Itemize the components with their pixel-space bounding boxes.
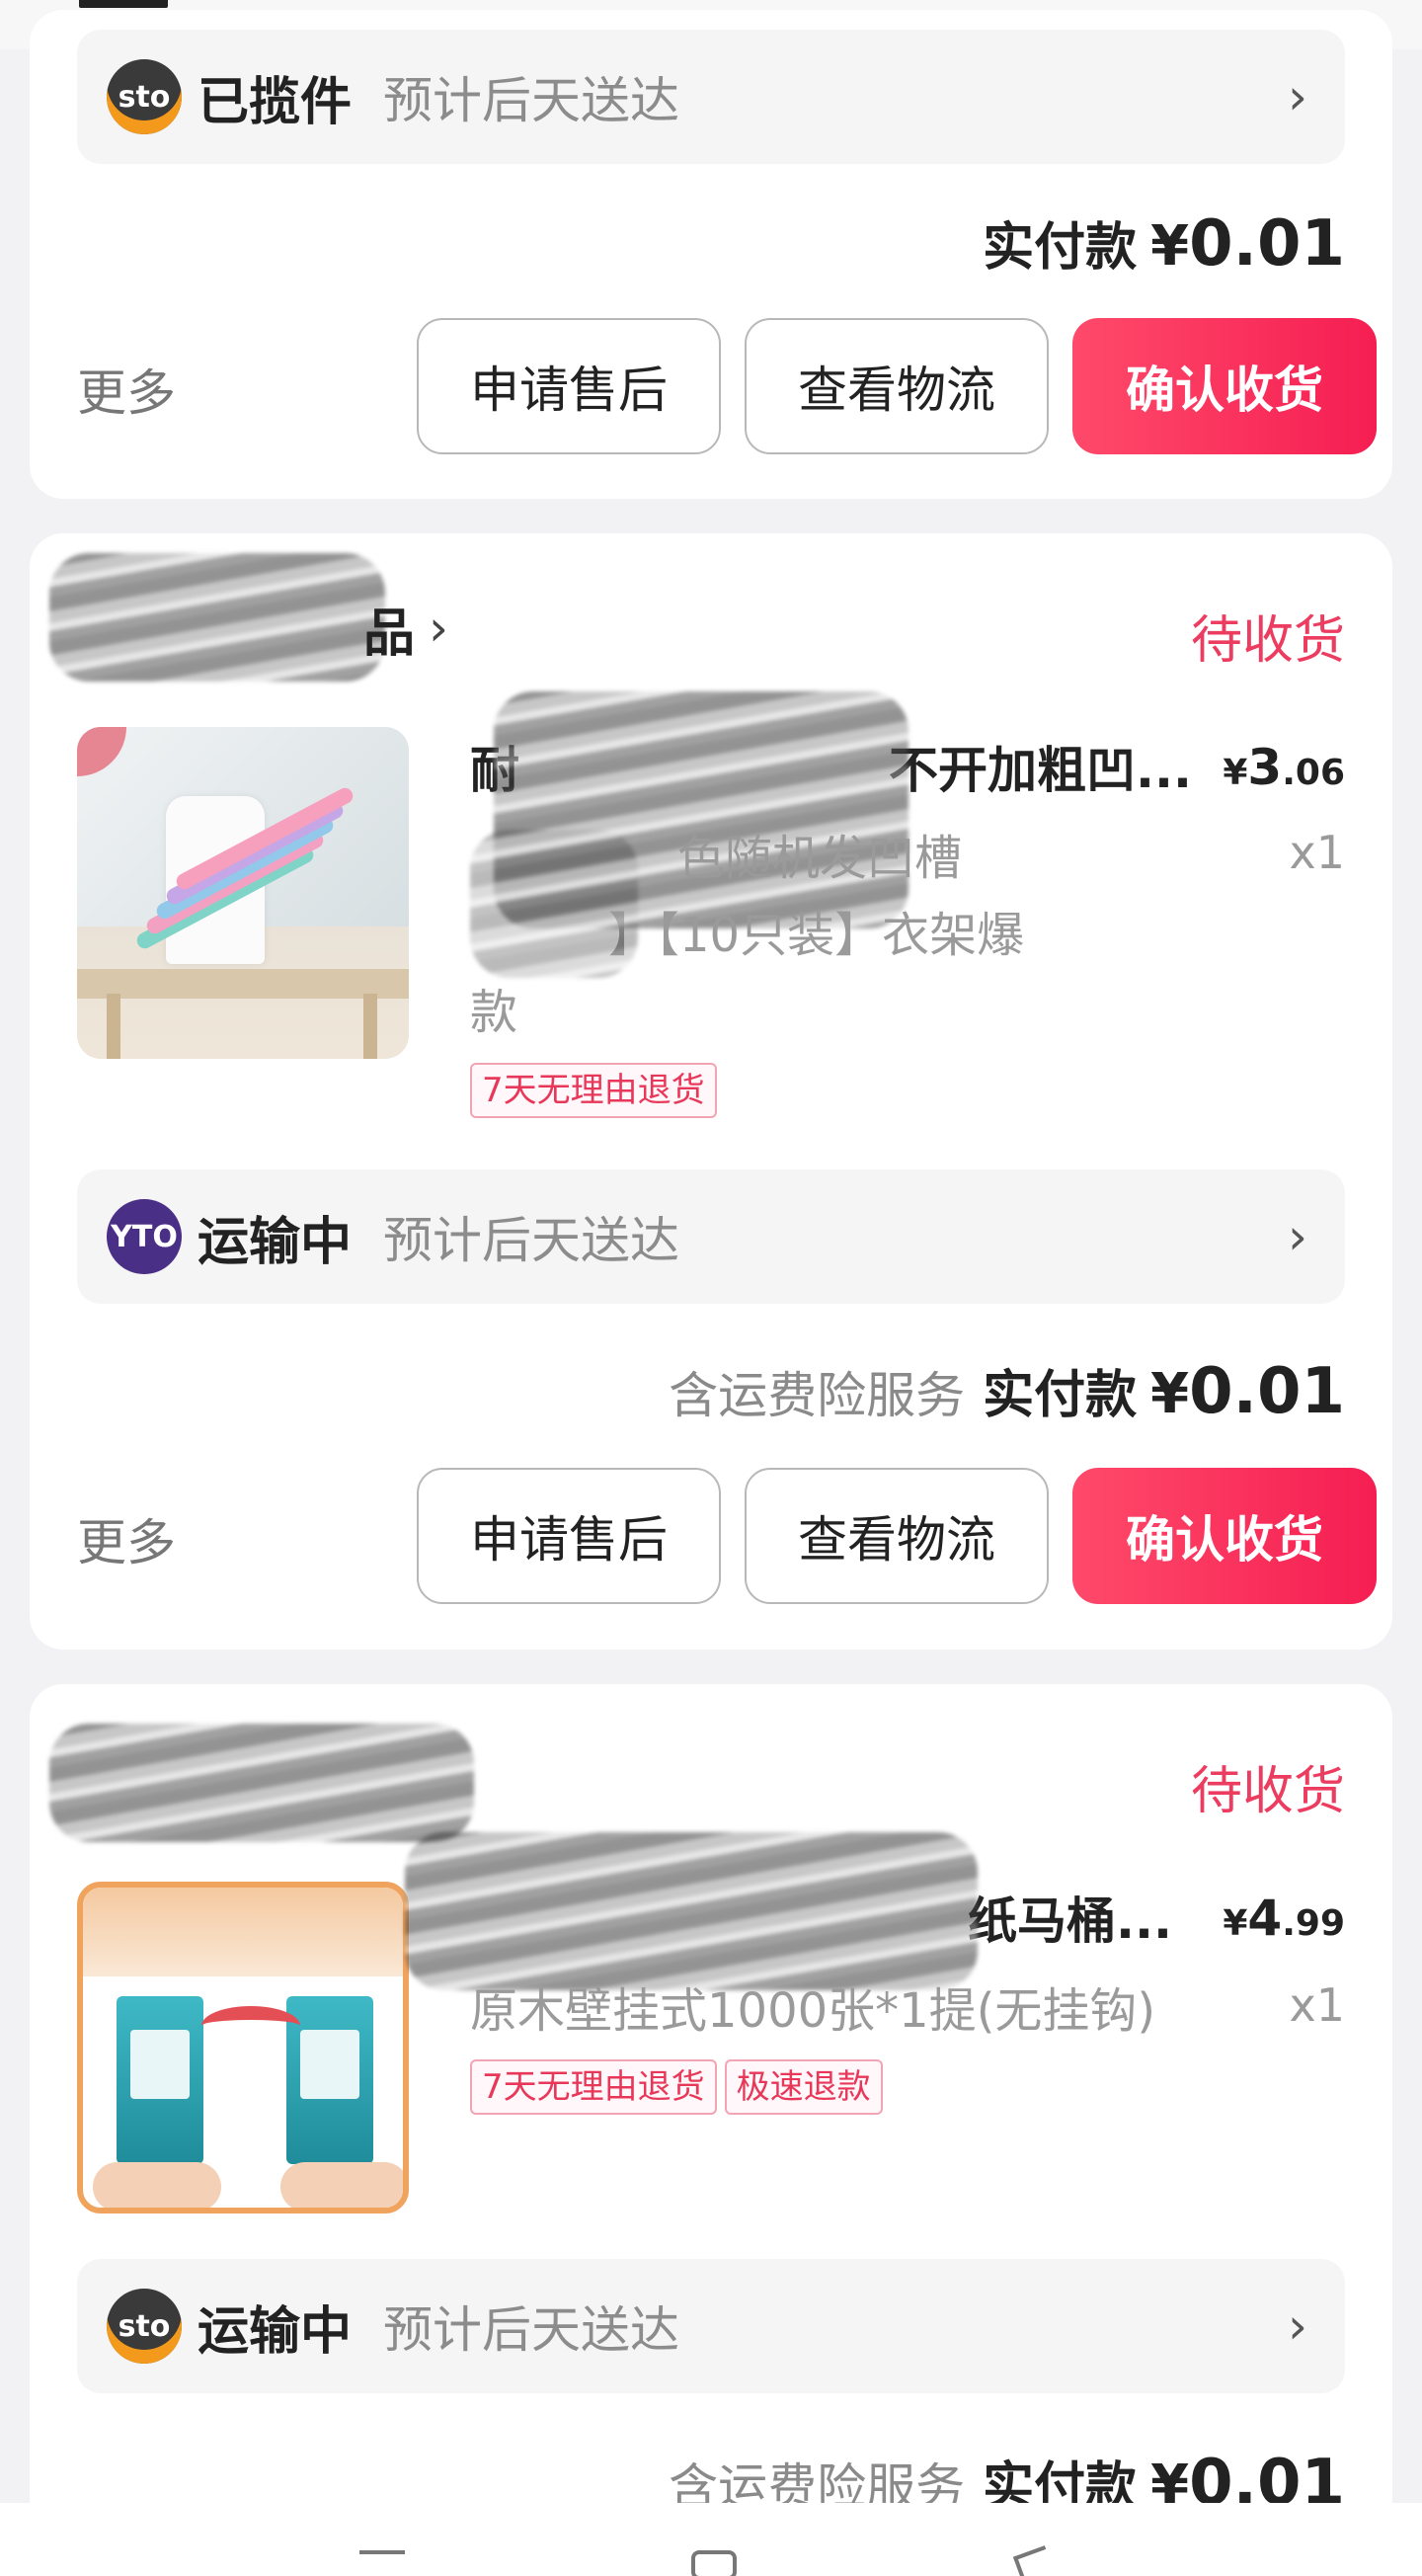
order-card: sto 已揽件 预计后天送达 › 实付款 ¥ 0.01 更多 申请售后 查看物流… [30, 10, 1392, 499]
shop-name: 品 [363, 604, 416, 664]
more-button[interactable]: 更多 [77, 354, 176, 425]
product-image[interactable] [77, 1882, 409, 2214]
payment-label: 实付款 [983, 218, 1138, 278]
sto-express-icon: sto [107, 59, 182, 134]
logistics-status: 运输中 [198, 2301, 353, 2362]
system-navigation-bar [0, 2503, 1422, 2576]
order-status: 待收货 [1190, 1762, 1345, 1821]
delivery-eta: 预计后天送达 [383, 72, 680, 129]
product-title-end[interactable]: 不开加粗凹... [889, 731, 1192, 802]
chevron-right-icon: › [1288, 2297, 1307, 2355]
redacted-spec [470, 830, 638, 978]
confirm-receipt-button[interactable]: 确认收货 [1072, 1468, 1377, 1604]
product-spec-line: 款 [470, 985, 518, 1040]
redacted-shop-name [49, 553, 385, 682]
shipping-insurance-note: 含运费险服务 [669, 1367, 966, 1424]
fast-refund-tag: 极速退款 [724, 2059, 883, 2115]
currency-symbol: ¥ [1223, 1903, 1248, 1944]
yto-express-icon: YTO [107, 1199, 182, 1274]
price-decimal: .99 [1282, 1903, 1345, 1944]
order-card: 品 › 待收货 耐 不开加粗凹... ¥3.06 色随机发凹槽 x1 】【10只… [30, 533, 1392, 1650]
logistics-row[interactable]: sto 运输中 预计后天送达 › [77, 2259, 1345, 2393]
order-card: 待收货 纸马桶... ¥4.99 原木壁挂式1000张*1提(无挂钩) x1 7… [30, 1684, 1392, 2573]
return-policy-tag: 7天无理由退货 [470, 1063, 717, 1118]
payment-summary: 实付款 ¥ 0.01 [983, 205, 1345, 281]
product-title-end[interactable]: 纸马桶... [968, 1882, 1172, 1953]
service-tags: 7天无理由退货 [470, 1063, 725, 1118]
delivery-eta: 预计后天送达 [383, 2301, 680, 2359]
product-spec-line: 原木壁挂式1000张*1提(无挂钩) [470, 1983, 1156, 2039]
chevron-right-icon: › [1288, 68, 1307, 125]
currency-symbol: ¥ [1150, 214, 1190, 279]
redacted-product-title [405, 1832, 978, 1990]
service-tags: 7天无理由退货 极速退款 [470, 2059, 891, 2115]
logistics-row[interactable]: YTO 运输中 预计后天送达 › [77, 1169, 1345, 1304]
sto-express-icon: sto [107, 2289, 182, 2364]
logistics-status: 已揽件 [198, 72, 353, 132]
order-status: 待收货 [1190, 611, 1345, 671]
logistics-status: 运输中 [198, 1212, 353, 1272]
currency-symbol: ¥ [1150, 1362, 1190, 1426]
more-button[interactable]: 更多 [77, 1503, 176, 1574]
after-sale-button[interactable]: 申请售后 [417, 1468, 721, 1604]
product-image[interactable] [77, 727, 409, 1059]
payment-amount: 0.01 [1189, 207, 1345, 281]
payment-amount: 0.01 [1189, 1355, 1345, 1428]
price-decimal: .06 [1282, 753, 1345, 793]
price-integer: 4 [1247, 1890, 1283, 1947]
view-logistics-button[interactable]: 查看物流 [745, 1468, 1049, 1604]
menu-icon[interactable] [359, 2550, 405, 2554]
product-price: ¥4.99 [1223, 1890, 1345, 1947]
product-quantity: x1 [1289, 1978, 1346, 2032]
logistics-row[interactable]: sto 已揽件 预计后天送达 › [77, 30, 1345, 164]
tab-label-fragment [79, 0, 168, 8]
product-price: ¥3.06 [1223, 739, 1345, 796]
order-actions: 更多 申请售后 查看物流 确认收货 [77, 318, 1377, 454]
after-sale-button[interactable]: 申请售后 [417, 318, 721, 454]
back-icon[interactable] [1012, 2545, 1056, 2576]
product-quantity: x1 [1289, 826, 1346, 879]
order-actions: 更多 申请售后 查看物流 确认收货 [77, 1468, 1377, 1604]
payment-label: 实付款 [983, 1366, 1138, 1425]
return-policy-tag: 7天无理由退货 [470, 2059, 717, 2115]
chevron-right-icon: › [429, 600, 449, 657]
currency-symbol: ¥ [1223, 753, 1248, 793]
price-integer: 3 [1247, 739, 1283, 796]
redacted-shop-name [49, 1724, 474, 1842]
chevron-right-icon: › [1288, 1208, 1307, 1265]
delivery-eta: 预计后天送达 [383, 1212, 680, 1269]
view-logistics-button[interactable]: 查看物流 [745, 318, 1049, 454]
payment-summary: 含运费险服务 实付款 ¥ 0.01 [669, 1353, 1345, 1428]
shop-link[interactable]: 品 › [363, 589, 448, 668]
home-icon[interactable] [691, 2550, 737, 2576]
confirm-receipt-button[interactable]: 确认收货 [1072, 318, 1377, 454]
